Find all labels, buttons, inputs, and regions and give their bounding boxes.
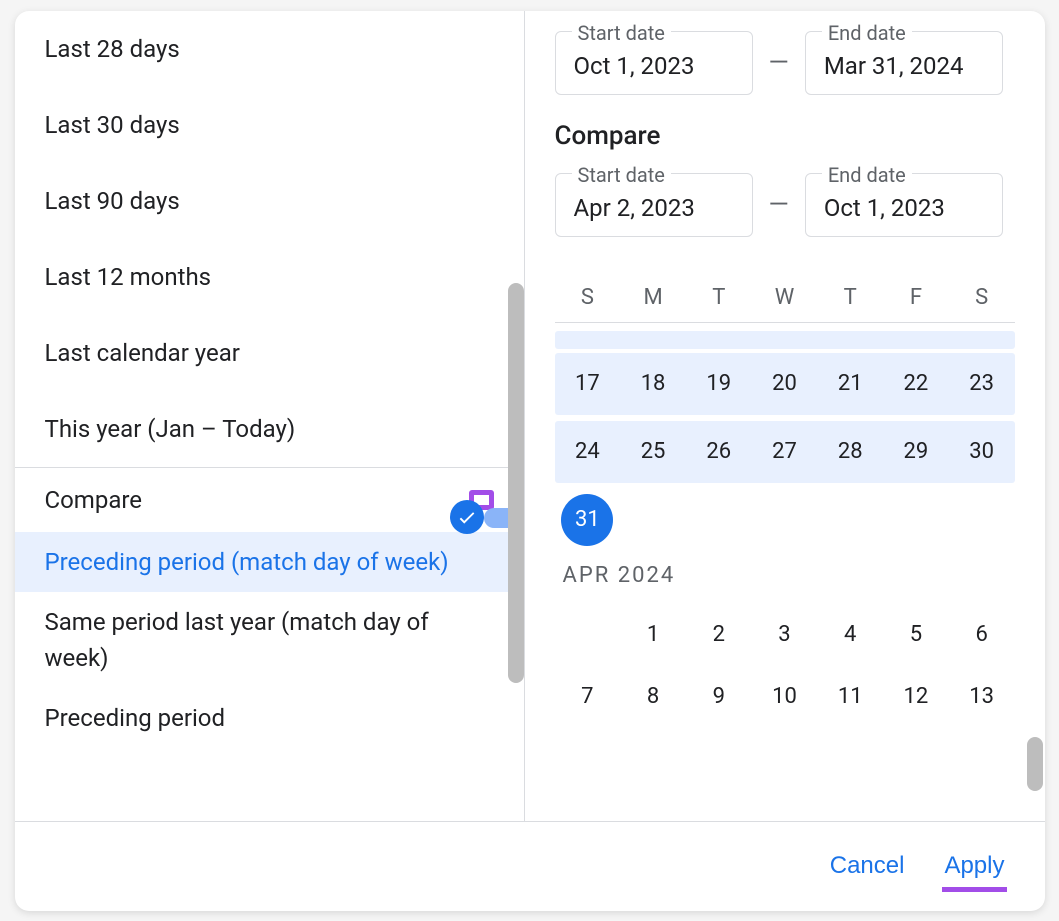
- preset-last-28-days[interactable]: Last 28 days: [15, 11, 524, 87]
- calendar-day[interactable]: 26: [686, 426, 752, 478]
- date-dash: —: [769, 48, 789, 78]
- calendar-day[interactable]: 1: [620, 609, 686, 661]
- calendar-day[interactable]: 9: [686, 671, 752, 723]
- month-label: APR 2024: [555, 551, 1015, 604]
- compare-end-date-field[interactable]: End date Oct 1, 2023: [805, 173, 1003, 237]
- calendar-body: 17 18 19 20 21 22 23 24 25 26 27 28: [555, 323, 1015, 728]
- compare-row: Compare: [15, 468, 524, 532]
- compare-label: Compare: [45, 486, 143, 514]
- compare-heading: Compare: [555, 121, 1015, 151]
- weekday-header: S M T W T F S: [555, 285, 1015, 323]
- compare-end-date-label: End date: [822, 163, 912, 187]
- weekday-sun: S: [555, 285, 621, 310]
- calendar-partial-row: [555, 331, 1015, 349]
- calendar-day[interactable]: 5: [883, 609, 949, 661]
- cancel-button[interactable]: Cancel: [830, 852, 905, 880]
- calendar-day[interactable]: [555, 609, 621, 661]
- calendar-row: 31: [555, 489, 1015, 551]
- compare-toggle-highlight: [469, 490, 494, 510]
- right-scrollbar[interactable]: [1027, 737, 1043, 791]
- preset-last-30-days[interactable]: Last 30 days: [15, 87, 524, 163]
- calendar-day[interactable]: 24: [555, 426, 621, 478]
- calendar-day[interactable]: 23: [949, 358, 1015, 410]
- compare-start-date-value: Apr 2, 2023: [574, 194, 695, 222]
- weekday-thu: T: [817, 285, 883, 310]
- calendar-day[interactable]: 22: [883, 358, 949, 410]
- calendar-row: 1 2 3 4 5 6: [555, 604, 1015, 666]
- calendar-day[interactable]: 11: [817, 671, 883, 723]
- calendar-day[interactable]: 19: [686, 358, 752, 410]
- calendar-day[interactable]: 10: [752, 671, 818, 723]
- calendar-day[interactable]: 25: [620, 426, 686, 478]
- left-scrollbar[interactable]: [508, 283, 524, 683]
- compare-option-preceding-period[interactable]: Preceding period: [15, 688, 524, 748]
- apply-button[interactable]: Apply: [944, 852, 1004, 880]
- compare-option-preceding-match-dow[interactable]: Preceding period (match day of week): [15, 532, 524, 592]
- start-date-label: Start date: [572, 21, 671, 45]
- calendar-day[interactable]: 20: [752, 358, 818, 410]
- end-date-value: Mar 31, 2024: [824, 52, 964, 80]
- preset-this-year[interactable]: This year (Jan – Today): [15, 391, 524, 467]
- calendar-row: 7 8 9 10 11 12 13: [555, 666, 1015, 728]
- compare-date-dash: —: [769, 190, 789, 220]
- calendar-day[interactable]: 17: [555, 358, 621, 410]
- date-range-dialog: Last 28 days Last 30 days Last 90 days L…: [15, 11, 1045, 911]
- calendar-day[interactable]: 27: [752, 426, 818, 478]
- calendar-day[interactable]: 29: [883, 426, 949, 478]
- compare-start-date-label: Start date: [572, 163, 671, 187]
- calendar-day[interactable]: 2: [686, 609, 752, 661]
- calendar-day[interactable]: 6: [949, 609, 1015, 661]
- start-date-field[interactable]: Start date Oct 1, 2023: [555, 31, 753, 95]
- compare-start-date-field[interactable]: Start date Apr 2, 2023: [555, 173, 753, 237]
- calendar-day[interactable]: 7: [555, 671, 621, 723]
- preset-panel: Last 28 days Last 30 days Last 90 days L…: [15, 11, 525, 821]
- calendar-row: 24 25 26 27 28 29 30: [555, 421, 1015, 483]
- toggle-knob: [450, 500, 484, 534]
- weekday-fri: F: [883, 285, 949, 310]
- end-date-field[interactable]: End date Mar 31, 2024: [805, 31, 1003, 95]
- calendar-day[interactable]: 3: [752, 609, 818, 661]
- primary-date-row: Start date Oct 1, 2023 — End date Mar 31…: [555, 31, 1015, 95]
- weekday-mon: M: [620, 285, 686, 310]
- compare-option-same-period-last-year[interactable]: Same period last year (match day of week…: [15, 592, 524, 688]
- calendar-day[interactable]: 28: [817, 426, 883, 478]
- weekday-tue: T: [686, 285, 752, 310]
- calendar-day[interactable]: 4: [817, 609, 883, 661]
- calendar-day[interactable]: 8: [620, 671, 686, 723]
- compare-end-date-value: Oct 1, 2023: [824, 194, 945, 222]
- calendar-panel: Start date Oct 1, 2023 — End date Mar 31…: [525, 11, 1045, 821]
- check-icon: [456, 506, 478, 528]
- calendar-day[interactable]: 30: [949, 426, 1015, 478]
- weekday-wed: W: [752, 285, 818, 310]
- calendar: S M T W T F S 17 18 19 20 21: [555, 285, 1015, 821]
- calendar-day[interactable]: 12: [883, 671, 949, 723]
- calendar-day[interactable]: 21: [817, 358, 883, 410]
- calendar-day[interactable]: 13: [949, 671, 1015, 723]
- preset-last-12-months[interactable]: Last 12 months: [15, 239, 524, 315]
- preset-last-calendar-year[interactable]: Last calendar year: [15, 315, 524, 391]
- end-date-label: End date: [822, 21, 912, 45]
- calendar-day[interactable]: 18: [620, 358, 686, 410]
- start-date-value: Oct 1, 2023: [574, 52, 695, 80]
- dialog-footer: Cancel Apply: [15, 821, 1045, 911]
- weekday-sat: S: [949, 285, 1015, 310]
- compare-date-row: Start date Apr 2, 2023 — End date Oct 1,…: [555, 173, 1015, 237]
- preset-last-90-days[interactable]: Last 90 days: [15, 163, 524, 239]
- calendar-day-end[interactable]: 31: [561, 494, 613, 546]
- calendar-row: 17 18 19 20 21 22 23: [555, 353, 1015, 415]
- dialog-content: Last 28 days Last 30 days Last 90 days L…: [15, 11, 1045, 821]
